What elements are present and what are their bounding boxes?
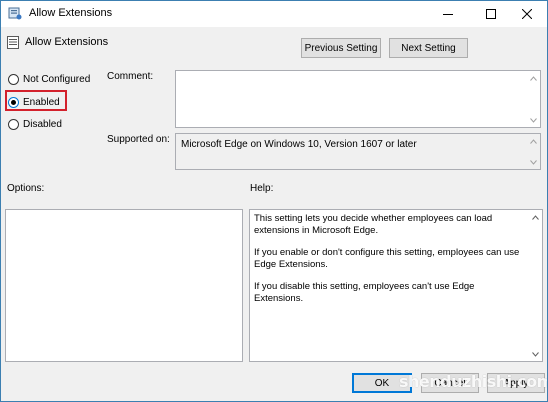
help-paragraph: This setting lets you decide whether emp… (254, 213, 493, 236)
radio-circle[interactable] (8, 74, 19, 85)
options-label: Options: (7, 183, 45, 194)
radio-label: Not Configured (23, 74, 91, 85)
close-button[interactable] (507, 1, 547, 27)
radio-enabled[interactable]: Enabled (8, 97, 60, 108)
radio-not-configured[interactable]: Not Configured (8, 74, 90, 85)
next-setting-button[interactable]: Next Setting (389, 38, 468, 58)
setting-icon (7, 36, 19, 49)
chevron-up-icon (529, 75, 537, 81)
scroll-up-arrow[interactable] (528, 73, 538, 83)
previous-setting-button[interactable]: Previous Setting (301, 38, 381, 58)
policy-icon (8, 7, 22, 20)
minimize-icon (443, 14, 453, 15)
radio-dot (11, 100, 16, 105)
radio-circle-checked[interactable] (8, 97, 19, 108)
scroll-down-arrow[interactable] (528, 157, 538, 167)
title-bar[interactable]: Allow Extensions (1, 1, 547, 27)
watermark-text: shenduzhishi.com (399, 372, 548, 391)
radio-label: Disabled (23, 119, 62, 130)
radio-label: Enabled (23, 97, 60, 108)
supported-on-label: Supported on: (107, 134, 170, 145)
help-label: Help: (250, 183, 274, 194)
scroll-up-arrow[interactable] (528, 136, 538, 146)
setting-title: Allow Extensions (25, 36, 109, 48)
options-pane (5, 209, 243, 362)
radio-circle[interactable] (8, 119, 19, 130)
supported-on-field: Microsoft Edge on Windows 10, Version 16… (175, 133, 541, 170)
dialog-window: Allow Extensions Allow Extensions Previo… (0, 0, 548, 402)
chevron-up-icon (529, 138, 537, 144)
help-text: This setting lets you decide whether emp… (254, 213, 526, 315)
help-pane[interactable]: This setting lets you decide whether emp… (249, 209, 543, 362)
close-icon (522, 9, 532, 19)
help-paragraph: If you disable this setting, employees c… (254, 281, 475, 304)
minimize-button[interactable] (428, 1, 468, 27)
maximize-button[interactable] (471, 1, 511, 27)
comment-label: Comment: (107, 71, 154, 82)
chevron-down-icon (529, 159, 537, 165)
supported-on-value: Microsoft Edge on Windows 10, Version 16… (181, 139, 417, 150)
chevron-down-icon (529, 117, 537, 123)
scroll-down-arrow[interactable] (528, 115, 538, 125)
window-title: Allow Extensions (29, 7, 113, 19)
chevron-up-icon (531, 214, 539, 220)
maximize-icon (486, 9, 496, 19)
scroll-down-arrow[interactable] (530, 349, 540, 359)
radio-disabled[interactable]: Disabled (8, 119, 62, 130)
comment-textarea[interactable] (175, 70, 541, 128)
chevron-down-icon (531, 351, 539, 357)
help-paragraph: If you enable or don't configure this se… (254, 247, 520, 270)
scroll-up-arrow[interactable] (530, 212, 540, 222)
